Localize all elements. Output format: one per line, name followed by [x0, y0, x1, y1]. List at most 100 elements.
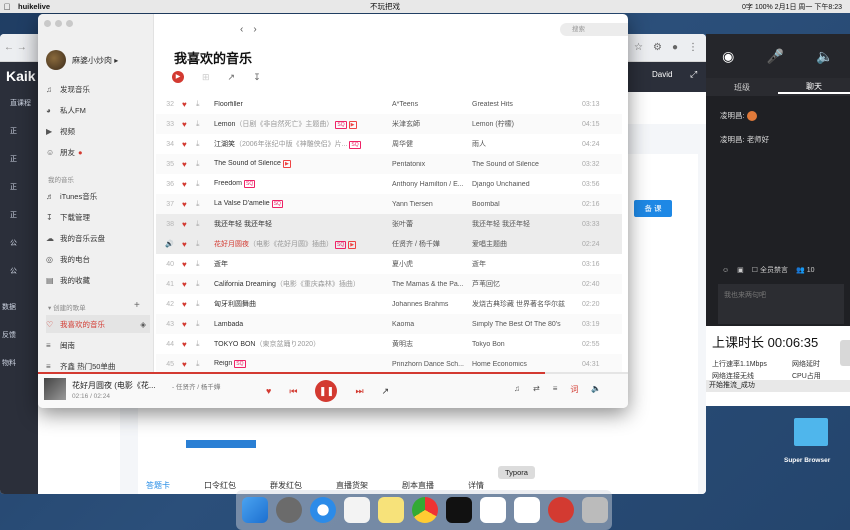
download-all-icon[interactable]: ↧: [253, 72, 261, 83]
tab-chat[interactable]: 聊天: [778, 81, 850, 94]
launchpad-icon[interactable]: [276, 497, 302, 523]
heart-icon[interactable]: ♥: [182, 160, 196, 169]
song-title[interactable]: 江湖笑（2006年张纪中版《神雕侠侣》片... SQ: [214, 139, 384, 149]
table-row[interactable]: 33 ♥ ⤓ Lemon（日剧《非自然死亡》主题曲） SQ ▶ 米津玄師 Lemon (柠檬)…: [156, 114, 622, 134]
folder-icon[interactable]: [794, 418, 828, 446]
user-name[interactable]: 麻婆小炒肉 ▸: [72, 55, 118, 66]
nav-friends[interactable]: ☺ 朋友 ●: [46, 143, 150, 161]
song-album[interactable]: Django Unchained: [472, 181, 576, 188]
table-row[interactable]: 32 ♥ ⤓ Floorfiller A*Teens Greatest Hits 03:13: [156, 94, 622, 114]
chrome-icon[interactable]: [412, 497, 438, 523]
heart-icon[interactable]: ♥: [182, 240, 196, 249]
user-name[interactable]: David: [652, 70, 672, 79]
mute-all-checkbox[interactable]: ☐ 全员禁言: [752, 265, 788, 275]
sidebar-item[interactable]: 数据: [2, 302, 16, 312]
song-artist[interactable]: Anthony Hamilton / E...: [392, 181, 468, 188]
emoji-icon[interactable]: ☺: [722, 267, 729, 274]
song-album[interactable]: 芦苇回忆: [472, 279, 576, 289]
next-icon[interactable]: ⏭: [355, 386, 363, 397]
add-icon[interactable]: ⊞: [202, 72, 210, 83]
heart-icon[interactable]: ♥: [182, 360, 196, 369]
song-artist[interactable]: 黄明志: [392, 339, 468, 349]
song-title[interactable]: TOKYO BON（東京盆踊り2020）: [214, 339, 384, 349]
finder-icon[interactable]: [242, 497, 268, 523]
heart-icon[interactable]: ♥: [182, 340, 196, 349]
sidebar-item[interactable]: 直课程: [10, 98, 31, 108]
extension-icon[interactable]: ⚙: [653, 42, 662, 53]
playlist-liked[interactable]: ♡ 我喜欢的音乐 ◈: [46, 315, 150, 333]
blue-button[interactable]: [186, 440, 256, 448]
song-title[interactable]: 花好月圆夜（电影《花好月圆》插曲） SQ ▶: [214, 239, 384, 249]
nav-favorites[interactable]: ▤ 我的收藏: [46, 271, 150, 289]
song-artist[interactable]: 夏小虎: [392, 259, 468, 269]
song-album[interactable]: Boombal: [472, 201, 576, 208]
chat-input[interactable]: 我也来两句吧: [718, 284, 844, 324]
song-title[interactable]: Floorfiller: [214, 101, 384, 108]
tab-answer-card[interactable]: 答题卡: [146, 480, 170, 494]
volume-icon[interactable]: 🔈: [591, 384, 601, 395]
sidebar-item[interactable]: 反馈: [2, 330, 16, 340]
sidebar-item[interactable]: 公: [10, 266, 17, 276]
song-title[interactable]: Reign SQ: [214, 360, 384, 368]
nav-itunes[interactable]: ♬ iTunes音乐: [46, 187, 150, 205]
image-icon[interactable]: ▣: [737, 266, 744, 274]
heart-icon[interactable]: ♥: [182, 220, 196, 229]
star-icon[interactable]: ☆: [634, 42, 643, 53]
maximize-button[interactable]: [66, 20, 73, 27]
heart-icon[interactable]: ♥: [182, 200, 196, 209]
song-album[interactable]: 逝年: [472, 259, 576, 269]
song-title[interactable]: La Valse D'amelie SQ: [214, 200, 384, 208]
song-title[interactable]: The Sound of Silence ▶: [214, 160, 384, 168]
song-album[interactable]: 我还年轻 我还年轻: [472, 219, 576, 229]
song-album[interactable]: Lemon (柠檬): [472, 119, 576, 129]
editor-icon[interactable]: [480, 497, 506, 523]
song-title[interactable]: Freedom SQ: [214, 180, 384, 188]
song-album[interactable]: Greatest Hits: [472, 101, 576, 108]
song-title[interactable]: Lambada: [214, 321, 384, 328]
share-icon[interactable]: ↗: [382, 386, 390, 397]
song-artist[interactable]: 米津玄師: [392, 119, 468, 129]
previous-icon[interactable]: ⏮: [289, 386, 297, 397]
download-icon[interactable]: ⤓: [196, 159, 214, 169]
download-icon[interactable]: ⤓: [196, 219, 214, 229]
song-album[interactable]: Tokyo Bon: [472, 341, 576, 348]
avatar[interactable]: [46, 50, 66, 70]
download-icon[interactable]: ⤓: [196, 319, 214, 329]
song-title[interactable]: 我还年轻 我还年轻: [214, 219, 384, 229]
album-cover[interactable]: [44, 378, 66, 400]
expand-icon[interactable]: ⤢: [690, 69, 697, 80]
close-button[interactable]: [44, 20, 51, 27]
song-title[interactable]: Lemon（日剧《非自然死亡》主题曲） SQ ▶: [214, 119, 384, 129]
apple-icon[interactable]: : [0, 2, 14, 12]
nav-fm[interactable]: ◕ 私人FM: [46, 101, 150, 119]
stickies-icon[interactable]: [378, 497, 404, 523]
back-icon[interactable]: ← →: [4, 42, 27, 53]
song-artist[interactable]: Prinzhorn Dance Sch...: [392, 361, 468, 368]
heart-icon[interactable]: ♥: [182, 120, 196, 129]
terminal-icon[interactable]: [446, 497, 472, 523]
sidebar-item[interactable]: 正: [10, 154, 17, 164]
song-album[interactable]: Simply The Best Of The 80's: [472, 321, 576, 328]
tab-password-redpacket[interactable]: 口令红包: [204, 480, 236, 494]
heartbeat-mode-icon[interactable]: ◈: [140, 320, 146, 329]
nav-video[interactable]: ▶ 视频: [46, 122, 150, 140]
now-playing-artist[interactable]: - 任贤齐 / 杨千嬅: [172, 381, 220, 391]
table-row[interactable]: 44 ♥ ⤓ TOKYO BON（東京盆踊り2020） 黄明志 Tokyo Bon 02:5…: [156, 334, 622, 354]
song-album[interactable]: 雨人: [472, 139, 576, 149]
song-album[interactable]: 爱唱主题曲: [472, 239, 576, 249]
netease-music-icon[interactable]: [548, 497, 574, 523]
song-artist[interactable]: Pentatonix: [392, 161, 468, 168]
table-row[interactable]: 43 ♥ ⤓ Lambada Kaoma Simply The Best Of The 8…: [156, 314, 622, 334]
safari-icon[interactable]: [310, 497, 336, 523]
menubar-app-name[interactable]: huikelive: [18, 2, 50, 11]
share-icon[interactable]: ↗: [228, 72, 236, 83]
download-icon[interactable]: ⤓: [196, 139, 214, 149]
table-row[interactable]: 38 ♥ ⤓ 我还年轻 我还年轻 张叶蕾 我还年轻 我还年轻 03:33: [156, 214, 622, 234]
song-artist[interactable]: 周华健: [392, 139, 468, 149]
notes-icon[interactable]: [344, 497, 370, 523]
download-icon[interactable]: ⤓: [196, 299, 214, 309]
nav-radio[interactable]: ◎ 我的电台: [46, 250, 150, 268]
prepare-lesson-button[interactable]: 备 课: [634, 200, 672, 217]
table-row[interactable]: 42 ♥ ⤓ 匈牙利圆舞曲 Johannes Brahms 发烧古典珍藏 世界著名华尔兹 0…: [156, 294, 622, 314]
sound-effect-icon[interactable]: ♫: [514, 384, 520, 395]
